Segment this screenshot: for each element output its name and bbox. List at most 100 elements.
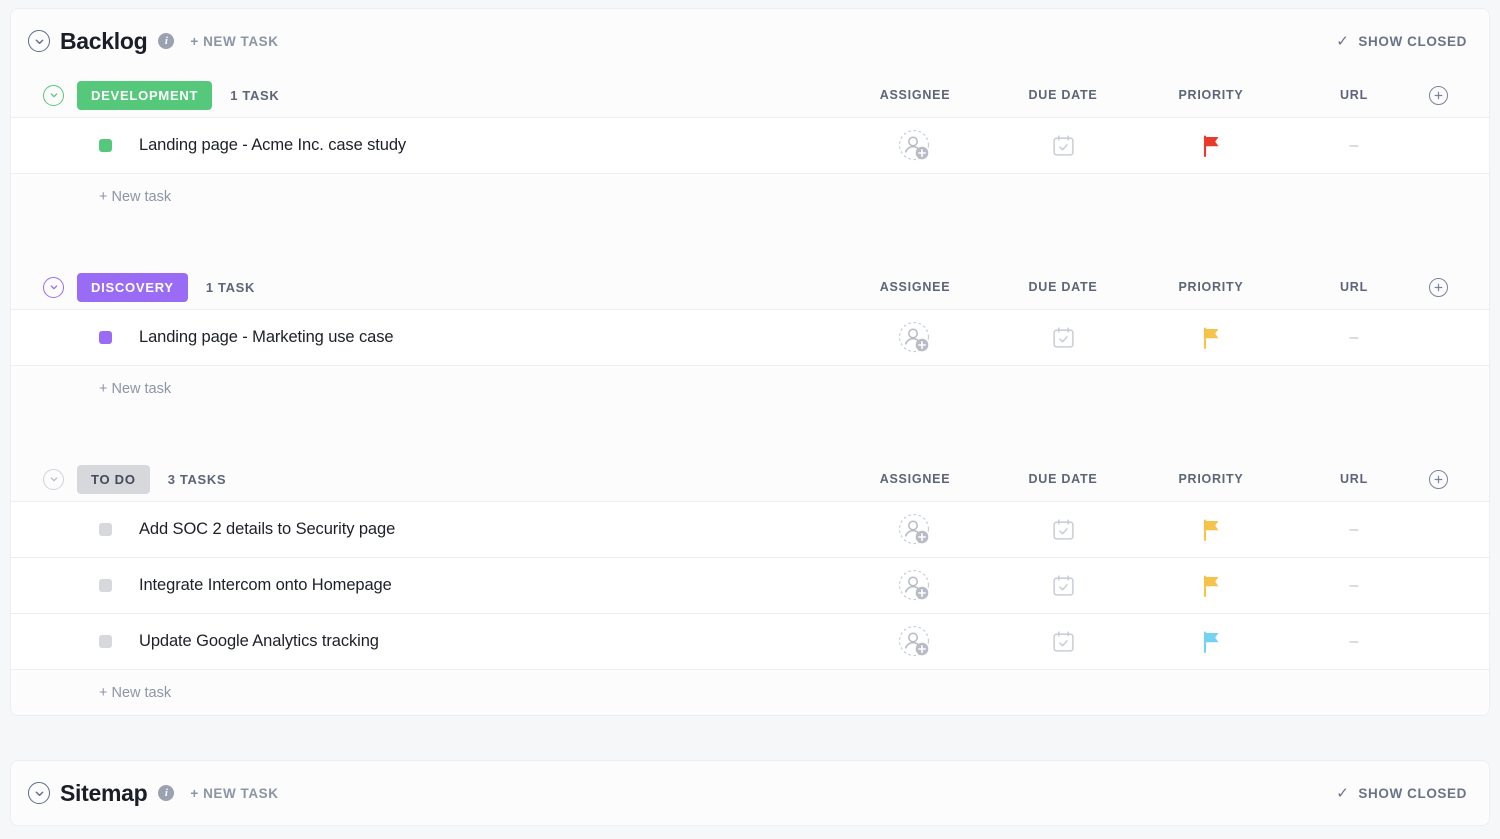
assignee-cell[interactable] <box>855 321 975 355</box>
calendar-icon <box>1052 519 1074 540</box>
table-row[interactable]: Add SOC 2 details to Security page – <box>11 501 1489 557</box>
group-collapse-chevron-icon[interactable] <box>43 84 64 106</box>
url-cell[interactable]: – <box>1299 633 1409 650</box>
task-row-main: Landing page - Marketing use case <box>19 328 855 347</box>
flag-icon <box>1203 518 1219 541</box>
task-group-discovery: DISCOVERY 1 TASK ASSIGNEE DUE DATE PRIOR… <box>11 265 1489 411</box>
new-task-row[interactable]: + New task <box>11 173 1489 219</box>
due-date-cell[interactable] <box>1003 517 1123 542</box>
flag-icon <box>1203 326 1219 349</box>
page-title: Sitemap <box>60 779 148 806</box>
assignee-cell[interactable] <box>855 129 975 163</box>
check-icon: ✓ <box>1336 32 1350 50</box>
task-status-indicator[interactable] <box>99 331 112 344</box>
assignee-cell[interactable] <box>855 513 975 547</box>
new-task-button[interactable]: + NEW TASK <box>190 34 278 49</box>
add-column-button[interactable] <box>1409 469 1467 489</box>
column-header-due-date[interactable]: DUE DATE <box>1003 88 1123 102</box>
status-badge[interactable]: DISCOVERY <box>77 272 188 302</box>
collapse-chevron-icon[interactable] <box>28 30 50 52</box>
column-header-assignee[interactable]: ASSIGNEE <box>855 88 975 102</box>
task-status-indicator[interactable] <box>99 635 112 648</box>
group-collapse-chevron-icon[interactable] <box>43 468 64 490</box>
table-row[interactable]: Landing page - Acme Inc. case study – <box>11 117 1489 173</box>
group-collapse-chevron-icon[interactable] <box>43 276 64 298</box>
add-column-button[interactable] <box>1409 277 1467 297</box>
column-header-priority[interactable]: PRIORITY <box>1151 280 1271 294</box>
list-card-sitemap: Sitemap i + NEW TASK ✓ SHOW CLOSED <box>10 760 1490 826</box>
task-title[interactable]: Update Google Analytics tracking <box>139 632 379 651</box>
info-icon[interactable]: i <box>158 785 175 801</box>
status-badge[interactable]: TO DO <box>77 464 150 494</box>
column-header-url[interactable]: URL <box>1299 472 1409 486</box>
priority-cell[interactable] <box>1151 134 1271 158</box>
url-cell[interactable]: – <box>1299 576 1409 594</box>
check-icon: ✓ <box>1336 784 1350 802</box>
column-header-priority[interactable]: PRIORITY <box>1151 472 1271 486</box>
calendar-icon <box>1052 327 1074 348</box>
due-date-cell[interactable] <box>1003 325 1123 350</box>
column-header-assignee[interactable]: ASSIGNEE <box>855 472 975 486</box>
url-cell[interactable]: – <box>1299 328 1409 346</box>
task-title[interactable]: Integrate Intercom onto Homepage <box>139 576 392 595</box>
due-date-cell[interactable] <box>1003 133 1123 158</box>
url-value: – <box>1349 520 1359 538</box>
column-header-priority[interactable]: PRIORITY <box>1151 88 1271 102</box>
task-row-main: Update Google Analytics tracking <box>19 632 855 651</box>
column-header-url[interactable]: URL <box>1299 280 1409 294</box>
add-assignee-icon <box>898 129 930 160</box>
assignee-cell[interactable] <box>855 569 975 603</box>
plus-icon <box>1434 475 1442 483</box>
info-icon[interactable]: i <box>158 33 175 49</box>
task-status-indicator[interactable] <box>99 523 112 536</box>
calendar-icon <box>1052 135 1074 156</box>
column-header-due-date[interactable]: DUE DATE <box>1003 472 1123 486</box>
list-header-sitemap: Sitemap i + NEW TASK ✓ SHOW CLOSED <box>11 761 1489 825</box>
due-date-cell[interactable] <box>1003 629 1123 654</box>
new-task-row[interactable]: + New task <box>11 669 1489 715</box>
column-header-due-date[interactable]: DUE DATE <box>1003 280 1123 294</box>
task-row-main: Add SOC 2 details to Security page <box>19 520 855 539</box>
url-value: – <box>1349 576 1359 594</box>
priority-cell[interactable] <box>1151 630 1271 654</box>
add-column-button[interactable] <box>1409 85 1467 105</box>
url-cell[interactable]: – <box>1299 520 1409 538</box>
task-status-indicator[interactable] <box>99 139 112 152</box>
new-task-button[interactable]: + NEW TASK <box>190 786 278 801</box>
show-closed-button[interactable]: ✓ SHOW CLOSED <box>1336 34 1467 49</box>
group-header: DEVELOPMENT 1 TASK ASSIGNEE DUE DATE PRI… <box>11 73 1489 117</box>
show-closed-button[interactable]: ✓ SHOW CLOSED <box>1336 786 1467 801</box>
url-value: – <box>1349 328 1359 346</box>
task-count: 1 TASK <box>230 87 280 103</box>
due-date-cell[interactable] <box>1003 573 1123 598</box>
table-row[interactable]: Integrate Intercom onto Homepage – <box>11 557 1489 613</box>
task-title[interactable]: Landing page - Acme Inc. case study <box>139 136 406 155</box>
task-list-page: Backlog i + NEW TASK ✓ SHOW CLOSED DEVEL… <box>0 0 1500 839</box>
collapse-chevron-icon[interactable] <box>28 782 50 804</box>
flag-icon <box>1203 630 1219 653</box>
priority-cell[interactable] <box>1151 574 1271 598</box>
add-assignee-icon <box>898 321 930 352</box>
status-badge[interactable]: DEVELOPMENT <box>77 80 213 110</box>
column-header-assignee[interactable]: ASSIGNEE <box>855 280 975 294</box>
plus-circle-icon <box>1428 277 1448 297</box>
column-header-url[interactable]: URL <box>1299 88 1409 102</box>
task-title[interactable]: Add SOC 2 details to Security page <box>139 520 395 539</box>
table-row[interactable]: Update Google Analytics tracking – <box>11 613 1489 669</box>
calendar-icon <box>1052 631 1074 652</box>
show-closed-label: SHOW CLOSED <box>1358 33 1467 49</box>
new-task-row[interactable]: + New task <box>11 365 1489 411</box>
priority-cell[interactable] <box>1151 326 1271 350</box>
plus-icon <box>1434 283 1442 291</box>
task-title[interactable]: Landing page - Marketing use case <box>139 328 393 347</box>
task-status-indicator[interactable] <box>99 579 112 592</box>
page-title: Backlog <box>60 27 148 54</box>
table-row[interactable]: Landing page - Marketing use case – <box>11 309 1489 365</box>
url-cell[interactable]: – <box>1299 137 1409 154</box>
assignee-cell[interactable] <box>855 625 975 659</box>
priority-cell[interactable] <box>1151 518 1271 542</box>
add-assignee-icon <box>898 569 930 600</box>
task-row-main: Integrate Intercom onto Homepage <box>19 576 855 595</box>
chevron-down-icon <box>50 477 57 482</box>
task-group-to-do: TO DO 3 TASKS ASSIGNEE DUE DATE PRIORITY… <box>11 457 1489 715</box>
